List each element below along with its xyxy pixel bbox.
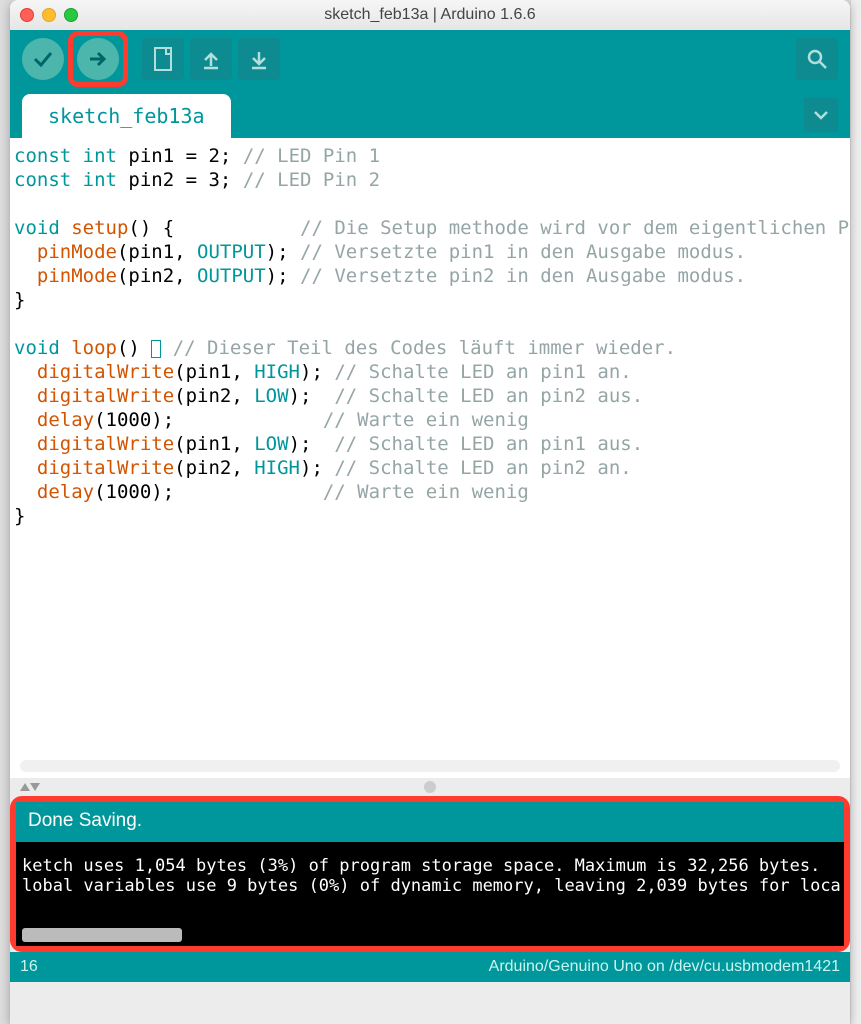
chevron-down-icon [812,106,830,124]
serial-monitor-button[interactable] [796,38,838,80]
new-sketch-button[interactable] [142,38,184,80]
code-token: (pin1, [174,433,254,455]
file-icon [152,46,174,72]
code-token: (pin2, [174,385,254,407]
code-token: ); [266,241,300,263]
code-token: pinMode [14,265,117,287]
code-token: ); [289,433,335,455]
code-token: // Die Setup methode wird vor dem eigent… [300,217,850,239]
code-token: const [14,145,71,167]
titlebar: sketch_feb13a | Arduino 1.6.6 [10,0,850,30]
code-token: (pin2, [117,265,197,287]
code-token: // Versetzte pin2 in den Ausgabe modus. [300,265,746,287]
code-token: pin2 = 3; [117,169,243,191]
board-port-label: Arduino/Genuino Uno on /dev/cu.usbmodem1… [489,958,840,976]
toolbar [10,30,850,88]
status-bar: Done Saving. [16,802,844,842]
divider-arrows-icon [20,781,40,793]
checkmark-icon [31,47,55,71]
verify-button[interactable] [22,38,64,80]
code-token: // LED Pin 2 [243,169,380,191]
code-token: (1000); [94,409,323,431]
line-number: 16 [20,958,38,976]
code-token: () [117,337,151,359]
code-token: (pin1, [174,361,254,383]
code-token: // Versetzte pin1 in den Ausgabe modus. [300,241,746,263]
arrow-up-icon [200,48,222,70]
code-token: const [14,169,71,191]
tab-menu-button[interactable] [804,98,838,132]
code-token: OUTPUT [197,265,266,287]
background-obscured [851,0,861,1024]
sketch-tab[interactable]: sketch_feb13a [22,94,231,138]
console-horizontal-scrollbar[interactable] [22,928,182,942]
save-sketch-button[interactable] [238,38,280,80]
arduino-ide-window: sketch_feb13a | Arduino 1.6.6 sketch_feb… [10,0,850,1024]
pane-divider[interactable] [10,778,850,796]
code-token: void [14,337,60,359]
code-token: digitalWrite [14,385,174,407]
code-token: pin1 = 2; [117,145,243,167]
code-token: // Schalte LED an pin2 aus. [334,385,643,407]
arrow-down-icon [248,48,270,70]
code-token: delay [14,409,94,431]
code-token: int [71,145,117,167]
code-token: } [14,289,25,311]
code-token: HIGH [254,457,300,479]
code-editor[interactable]: const int pin1 = 2; // LED Pin 1 const i… [10,138,850,778]
code-token: ); [289,385,335,407]
code-token: delay [14,481,94,503]
upload-button-highlight [68,31,128,87]
status-message: Done Saving. [28,810,142,831]
code-token: // Schalte LED an pin2 an. [334,457,631,479]
sketch-tab-label: sketch_feb13a [48,104,205,128]
open-sketch-button[interactable] [190,38,232,80]
code-token: HIGH [254,361,300,383]
code-token: LOW [254,385,288,407]
code-token: digitalWrite [14,361,174,383]
console-output[interactable]: ketch uses 1,054 bytes (3%) of program s… [16,842,844,946]
code-token: // Dieser Teil des Codes läuft immer wie… [161,337,676,359]
code-token: ); [300,361,334,383]
code-token: // Schalte LED an pin1 an. [334,361,631,383]
window-title: sketch_feb13a | Arduino 1.6.6 [10,6,850,24]
magnify-icon [805,47,829,71]
code-token: OUTPUT [197,241,266,263]
text-cursor [151,340,161,358]
editor-horizontal-scrollbar[interactable] [20,760,840,772]
code-token: LOW [254,433,288,455]
code-token: digitalWrite [14,433,174,455]
code-token: ); [266,265,300,287]
code-token: (pin2, [174,457,254,479]
footer-bar: 16 Arduino/Genuino Uno on /dev/cu.usbmod… [10,952,850,982]
console-line: ketch uses 1,054 bytes (3%) of program s… [22,856,838,876]
code-token: ); [300,457,334,479]
code-token: setup [60,217,129,239]
code-token: pinMode [14,241,117,263]
code-token: void [14,217,60,239]
code-token: int [71,169,117,191]
code-token: // LED Pin 1 [243,145,380,167]
console-line: lobal variables use 9 bytes (0%) of dyna… [22,876,838,896]
code-token: (1000); [94,481,323,503]
arrow-right-icon [86,47,110,71]
divider-grip-icon [424,781,436,793]
tab-bar: sketch_feb13a [10,88,850,138]
upload-button[interactable] [77,38,119,80]
code-token: (pin1, [117,241,197,263]
code-token: // Schalte LED an pin1 aus. [334,433,643,455]
code-token: // Warte ein wenig [323,409,529,431]
code-token: loop [60,337,117,359]
code-token: () { [128,217,300,239]
code-token: } [14,505,25,527]
code-token: // Warte ein wenig [323,481,529,503]
code-token: digitalWrite [14,457,174,479]
console-area-highlight: Done Saving. ketch uses 1,054 bytes (3%)… [10,796,850,952]
